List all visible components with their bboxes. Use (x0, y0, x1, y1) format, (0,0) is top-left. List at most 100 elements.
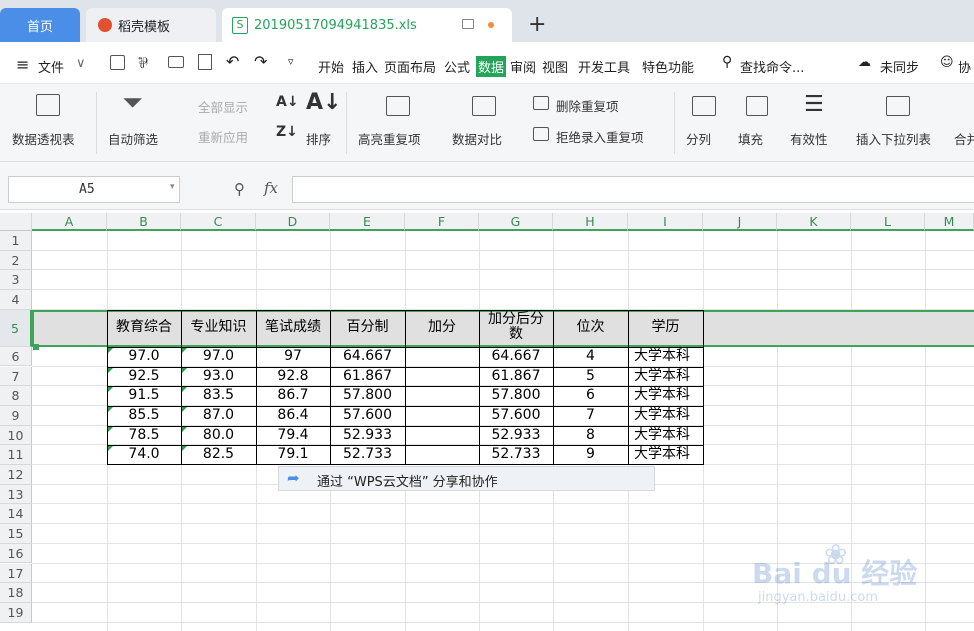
tab-file[interactable]: S 20190517094941835.xls (222, 8, 512, 42)
table-cell[interactable]: 57.800 (330, 386, 405, 406)
table-header[interactable]: 加分后分数 (483, 311, 549, 342)
row-header-7[interactable]: 7 (0, 366, 32, 387)
table-cell[interactable]: 97.0 (107, 347, 181, 367)
table-header[interactable]: 专业知识 (181, 319, 256, 335)
row-header-12[interactable]: 12 (0, 465, 32, 485)
table-cell[interactable]: 83.5 (181, 386, 256, 406)
table-cell[interactable]: 5 (553, 367, 628, 387)
menu-item[interactable]: 数据 (476, 56, 507, 77)
row-header-4[interactable]: 4 (0, 290, 32, 310)
chevron-down-icon[interactable]: ∨ (76, 56, 86, 71)
row-header-6[interactable]: 6 (0, 346, 32, 367)
column-header-h[interactable]: H (553, 213, 628, 231)
table-header[interactable]: 位次 (553, 319, 628, 335)
row-header-15[interactable]: 15 (0, 524, 32, 544)
table-cell[interactable]: 52.733 (479, 445, 553, 465)
remove-duplicates-button[interactable]: 删除重复项 (556, 96, 619, 115)
table-cell[interactable]: 8 (553, 426, 628, 446)
menu-item[interactable]: 特色功能 (642, 57, 694, 76)
sync-status[interactable]: 未同步 (880, 57, 919, 76)
customize-icon[interactable]: ▿ (288, 55, 294, 68)
search-icon[interactable]: ⚲ (722, 54, 732, 70)
sort-asc-icon[interactable]: A↓ (276, 94, 299, 110)
column-header-l[interactable]: L (851, 213, 925, 231)
table-cell[interactable] (405, 426, 479, 446)
table-cell[interactable] (405, 445, 479, 465)
table-cell[interactable]: 大学本科 (628, 386, 703, 406)
table-cell[interactable]: 6 (553, 386, 628, 406)
data-compare-button[interactable]: 数据对比 (452, 129, 502, 148)
table-cell[interactable]: 92.8 (256, 367, 330, 387)
table-cell[interactable]: 大学本科 (628, 406, 703, 426)
table-cell[interactable]: 92.5 (107, 367, 181, 387)
print-preview-icon[interactable] (198, 54, 212, 70)
row-header-1[interactable]: 1 (0, 231, 32, 251)
hamburger-icon[interactable]: ≡ (16, 55, 29, 74)
row-header-19[interactable]: 19 (0, 602, 32, 623)
table-cell[interactable]: 79.4 (256, 426, 330, 446)
row-header-11[interactable]: 11 (0, 445, 32, 465)
table-cell[interactable]: 86.7 (256, 386, 330, 406)
table-cell[interactable]: 52.733 (330, 445, 405, 465)
name-box[interactable]: A5 (8, 176, 180, 203)
table-cell[interactable]: 87.0 (181, 406, 256, 426)
table-header[interactable]: 学历 (628, 319, 703, 335)
menu-item[interactable]: 页面布局 (384, 57, 436, 76)
column-header-m[interactable]: M (925, 213, 974, 231)
menu-item[interactable]: 插入 (352, 57, 378, 76)
table-cell[interactable]: 7 (553, 406, 628, 426)
table-cell[interactable]: 93.0 (181, 367, 256, 387)
table-header[interactable]: 教育综合 (107, 319, 181, 335)
row-header-2[interactable]: 2 (0, 250, 32, 271)
table-cell[interactable]: 4 (553, 347, 628, 367)
menu-file[interactable]: 文件 (38, 57, 64, 76)
column-header-f[interactable]: F (405, 213, 479, 231)
table-cell[interactable]: 91.5 (107, 386, 181, 406)
table-cell[interactable]: 78.5 (107, 426, 181, 446)
redo-icon[interactable]: ↷ (254, 52, 267, 71)
reapply-button[interactable]: 重新应用 (198, 127, 248, 146)
table-cell[interactable]: 9 (553, 445, 628, 465)
menu-item[interactable]: 开发工具 (578, 57, 630, 76)
row-header-17[interactable]: 17 (0, 563, 32, 584)
select-all-corner[interactable] (0, 213, 32, 231)
menu-item[interactable]: 视图 (542, 57, 568, 76)
insert-dropdown-button[interactable]: 插入下拉列表 (856, 129, 931, 148)
table-cell[interactable] (405, 406, 479, 426)
split-columns-button[interactable]: 分列 (686, 129, 711, 148)
fill-handle[interactable] (33, 343, 39, 350)
table-cell[interactable]: 大学本科 (628, 445, 703, 465)
column-header-j[interactable]: J (703, 213, 777, 231)
pivot-table-button[interactable]: 数据透视表 (12, 129, 75, 148)
table-cell[interactable]: 57.600 (479, 406, 553, 426)
row-header-10[interactable]: 10 (0, 425, 32, 446)
zoom-icon[interactable]: ⚲ (234, 180, 245, 198)
print-icon[interactable] (168, 56, 184, 68)
row-header-9[interactable]: 9 (0, 405, 32, 426)
table-header[interactable]: 百分制 (330, 319, 405, 335)
column-header-e[interactable]: E (330, 213, 405, 231)
row-header-13[interactable]: 13 (0, 484, 32, 505)
table-cell[interactable]: 64.667 (479, 347, 553, 367)
table-cell[interactable] (405, 367, 479, 387)
table-cell[interactable]: 82.5 (181, 445, 256, 465)
sort-desc-icon[interactable]: Z↓ (276, 124, 298, 140)
table-cell[interactable]: 大学本科 (628, 347, 703, 367)
highlight-duplicates-button[interactable]: 高亮重复项 (358, 129, 421, 148)
auto-filter-button[interactable]: 自动筛选 (108, 129, 158, 148)
table-cell[interactable]: 57.600 (330, 406, 405, 426)
reject-duplicates-button[interactable]: 拒绝录入重复项 (556, 127, 644, 146)
sort-button[interactable]: 排序 (306, 129, 331, 148)
row-header-5[interactable]: 5 (0, 309, 32, 347)
fill-button[interactable]: 填充 (738, 129, 763, 148)
tab-template[interactable]: 稻壳模板 (86, 8, 216, 42)
menu-item[interactable]: 开始 (318, 57, 344, 76)
column-header-i[interactable]: I (628, 213, 703, 231)
table-cell[interactable] (405, 386, 479, 406)
table-cell[interactable]: 85.5 (107, 406, 181, 426)
column-header-a[interactable]: A (32, 213, 107, 231)
new-tab-button[interactable]: + (528, 12, 546, 37)
row-header-14[interactable]: 14 (0, 504, 32, 525)
chevron-down-icon[interactable]: ▾ (170, 182, 175, 192)
row-header-3[interactable]: 3 (0, 270, 32, 291)
